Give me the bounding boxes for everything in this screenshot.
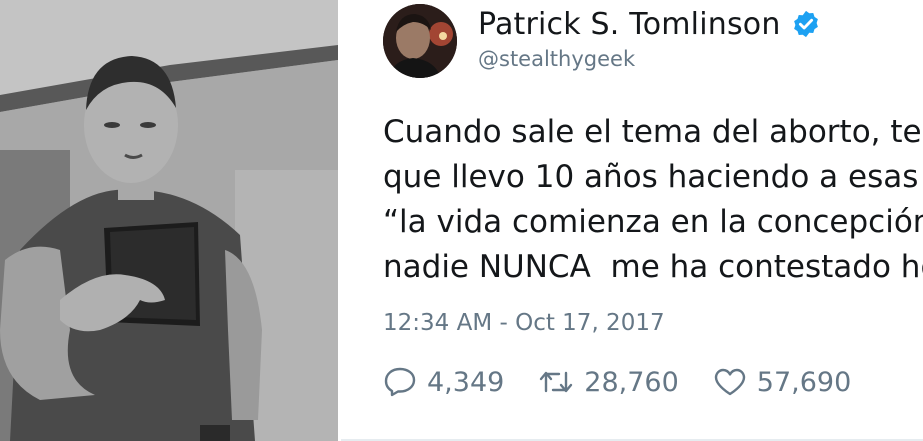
tweet-timestamp[interactable]: 12:34 AM - Oct 17, 2017: [383, 310, 665, 336]
tweet-text-line: Cuando sale el tema del aborto, tengo un…: [383, 114, 923, 150]
user-handle[interactable]: @stealthygeek: [478, 47, 635, 71]
tweet-text-line: que llevo 10 años haciendo a esas person…: [383, 159, 919, 195]
tweet-actions: 4,349 28,760 57,690: [383, 362, 885, 402]
like-button[interactable]: 57,690: [713, 367, 851, 398]
author-photo: [0, 0, 338, 441]
user-name-row[interactable]: Patrick S. Tomlinson: [478, 4, 821, 44]
tweet-text: Cuando sale el tema del aborto, tengo un…: [383, 110, 923, 290]
reply-count: 4,349: [427, 366, 505, 398]
tweet-text-line: “la vida comienza en la concepción”. En …: [383, 204, 923, 240]
retweet-button[interactable]: 28,760: [538, 366, 679, 398]
retweet-icon: [538, 367, 574, 397]
reply-icon: [383, 366, 417, 398]
heart-icon: [713, 367, 747, 397]
avatar[interactable]: [383, 4, 457, 78]
tweet-card: Patrick S. Tomlinson @stealthygeek Cuand…: [341, 0, 923, 441]
display-name[interactable]: Patrick S. Tomlinson: [478, 7, 781, 42]
verified-badge-icon: [791, 9, 821, 39]
reply-button[interactable]: 4,349: [383, 366, 504, 398]
tweet-text-line: nadie NUNCA me ha contestado honestament…: [383, 249, 923, 285]
like-count: 57,690: [756, 366, 852, 398]
retweet-count: 28,760: [584, 366, 679, 398]
